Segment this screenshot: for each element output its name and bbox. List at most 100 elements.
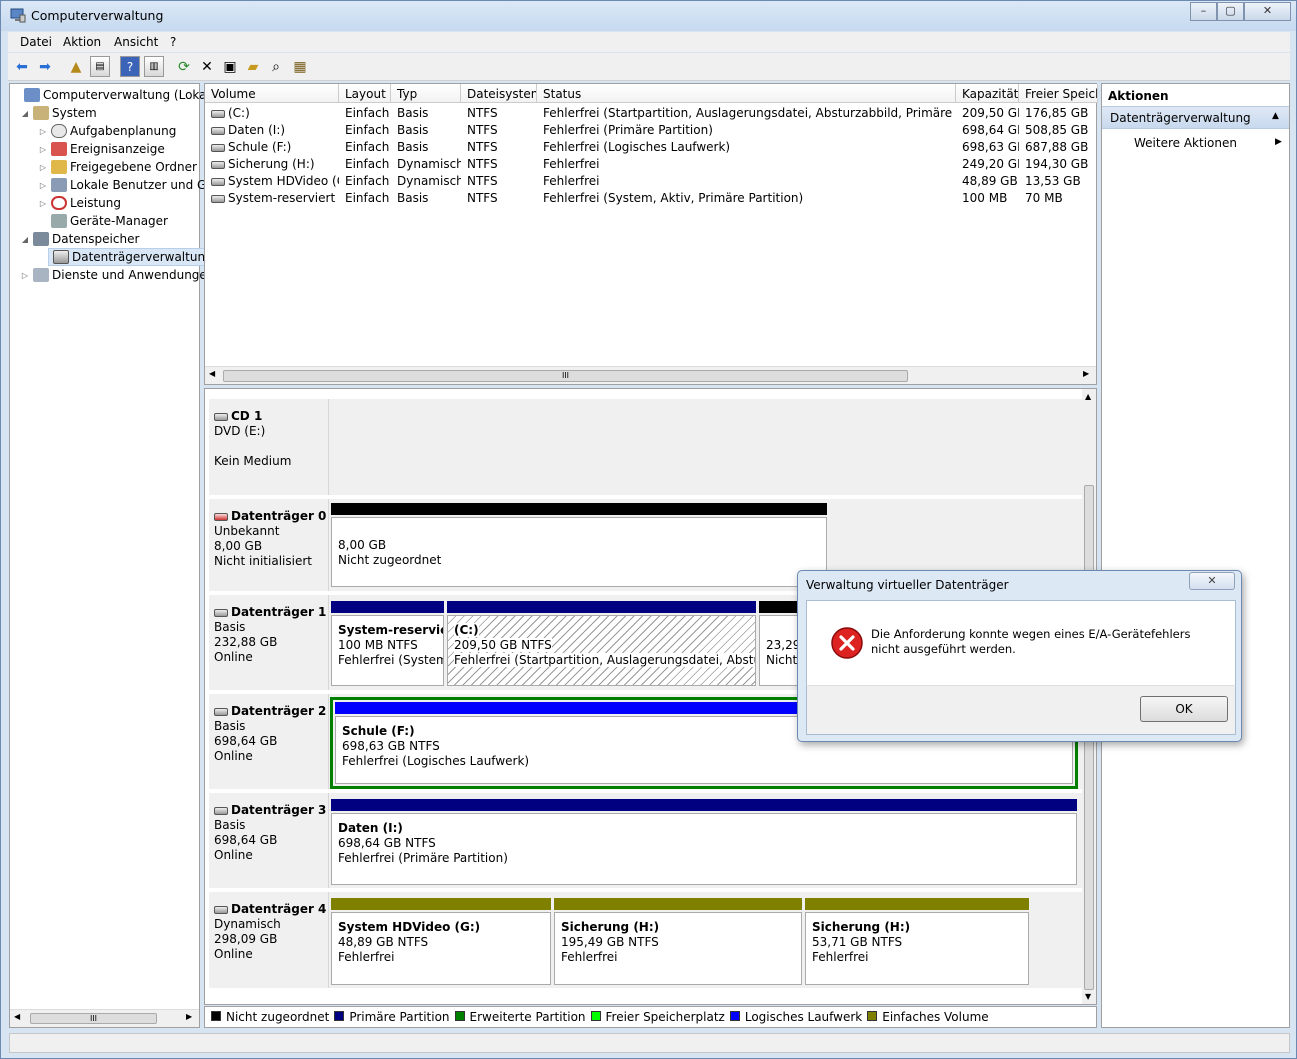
- volume-cell-text: 100 MB: [962, 191, 1008, 205]
- title-bar[interactable]: Computerverwaltung – ▢ ✕: [1, 1, 1296, 31]
- scroll-thumb[interactable]: III: [30, 1013, 157, 1024]
- submenu-arrow-icon[interactable]: ▶: [1275, 137, 1282, 147]
- col-volume[interactable]: Volume: [205, 84, 339, 103]
- stripe-simple: [805, 898, 1029, 910]
- legend-swatch: [867, 1011, 878, 1021]
- properties-icon[interactable]: ▣: [220, 56, 240, 77]
- menu-help[interactable]: ?: [170, 35, 176, 49]
- expand-icon[interactable]: ▷: [39, 163, 47, 172]
- volume-list: Volume Layout Typ Dateisystem Status Kap…: [204, 83, 1098, 385]
- expand-icon[interactable]: ▷: [39, 145, 47, 154]
- tree-item-performance[interactable]: ▷ Leistung: [10, 194, 121, 212]
- tree-item-services[interactable]: ▷ Dienste und Anwendungen: [10, 266, 214, 284]
- console-tree-icon[interactable]: ▤: [90, 56, 110, 77]
- partition-d3-daten[interactable]: Daten (I:) 698,64 GB NTFS Fehlerfrei (Pr…: [331, 813, 1077, 885]
- volume-row[interactable]: System HDVideo (G:) Einfach Dynamisch NTFS F…: [205, 172, 1098, 189]
- disk-label-4[interactable]: Datenträger 4 Dynamisch 298,09 GB Online: [209, 892, 329, 988]
- volume-row[interactable]: Schule (F:) Einfach Basis NTFS Fehlerfrei (L…: [205, 138, 1098, 155]
- close-button[interactable]: ✕: [1244, 2, 1291, 21]
- collapse-icon[interactable]: ◢: [21, 235, 29, 244]
- tree-item-system[interactable]: ◢ System: [10, 104, 97, 122]
- up-folder-icon[interactable]: ▲: [66, 56, 86, 77]
- disk-settings-icon[interactable]: ▦: [290, 56, 310, 77]
- disk-label-0[interactable]: Datenträger 0 Unbekannt 8,00 GB Nicht in…: [209, 499, 329, 591]
- volume-cell-text: Fehlerfrei (Startpartition, Auslagerungs…: [543, 106, 956, 120]
- actions-section[interactable]: Datenträgerverwaltung ▲: [1102, 106, 1289, 129]
- volume-cell: Fehlerfrei (Logisches Laufwerk): [537, 138, 956, 155]
- expand-icon[interactable]: ▷: [39, 181, 47, 190]
- tree-item-task-scheduler[interactable]: ▷ Aufgabenplanung: [10, 122, 176, 140]
- maximize-button[interactable]: ▢: [1217, 2, 1244, 21]
- expand-icon[interactable]: ▷: [21, 271, 29, 280]
- tools-icon: [33, 106, 49, 120]
- tree-item-local-users[interactable]: ▷ Lokale Benutzer und Gr: [10, 176, 211, 194]
- col-typ[interactable]: Typ: [391, 84, 461, 103]
- scroll-thumb[interactable]: III: [223, 370, 908, 382]
- disk-type: Basis: [214, 620, 246, 634]
- col-layout[interactable]: Layout: [339, 84, 391, 103]
- tree-item-device-manager[interactable]: Geräte-Manager: [10, 212, 168, 230]
- tree-item-shared-folders[interactable]: ▷ Freigegebene Ordner: [10, 158, 197, 176]
- volume-cell-text: 508,85 GB: [1025, 123, 1089, 137]
- disk-label-cd1[interactable]: CD 1 DVD (E:) Kein Medium: [209, 399, 329, 495]
- col-freier-speicher[interactable]: Freier Speiche: [1019, 84, 1098, 103]
- col-kapazitat[interactable]: Kapazität: [956, 84, 1019, 103]
- volume-horizontal-scrollbar[interactable]: ◀ III ▶: [205, 366, 1096, 384]
- tree-horizontal-scrollbar[interactable]: ◀ III ▶: [10, 1009, 199, 1027]
- partition-d4-sicherung-2[interactable]: Sicherung (H:) 53,71 GB NTFS Fehlerfrei: [805, 912, 1029, 985]
- disk-state: Nicht initialisiert: [214, 554, 312, 568]
- dialog-close-button[interactable]: ✕: [1189, 572, 1235, 590]
- hard-disk-icon: [214, 707, 228, 716]
- disk-label-3[interactable]: Datenträger 3 Basis 698,64 GB Online: [209, 793, 329, 888]
- collapse-icon[interactable]: ◢: [21, 109, 29, 118]
- tree-item-disk-management[interactable]: Datenträgerverwaltung: [48, 248, 216, 266]
- volume-row[interactable]: Daten (I:) Einfach Basis NTFS Fehlerfrei (Pr…: [205, 121, 1098, 138]
- minimize-button[interactable]: –: [1190, 2, 1217, 21]
- partition-size: 698,64 GB NTFS: [338, 836, 436, 850]
- legend-item: Erweiterte Partition: [454, 1010, 586, 1024]
- scroll-down-icon[interactable]: ▼: [1085, 992, 1091, 1001]
- tree-label: System: [52, 106, 97, 120]
- legend-swatch: [454, 1011, 465, 1021]
- scroll-left-icon[interactable]: ◀: [209, 369, 215, 378]
- refresh-icon[interactable]: ⟳: [174, 56, 194, 77]
- volume-cell: 687,88 GB: [1019, 138, 1098, 155]
- expand-icon[interactable]: ▷: [39, 199, 47, 208]
- ok-button[interactable]: OK: [1140, 696, 1228, 722]
- scroll-left-icon[interactable]: ◀: [14, 1012, 20, 1021]
- partition-d4-hdvideo[interactable]: System HDVideo (G:) 48,89 GB NTFS Fehler…: [331, 912, 551, 985]
- open-folder-icon[interactable]: ▰: [243, 56, 263, 77]
- tree-item-computer[interactable]: Computerverwaltung (Lokal): [10, 86, 215, 104]
- forward-icon[interactable]: ➡: [35, 56, 55, 77]
- scroll-up-icon[interactable]: ▲: [1085, 392, 1091, 401]
- partition-d4-sicherung-1[interactable]: Sicherung (H:) 195,49 GB NTFS Fehlerfrei: [554, 912, 802, 985]
- search-icon[interactable]: ⌕: [266, 56, 286, 77]
- menu-datei[interactable]: Datei: [20, 35, 52, 49]
- expand-icon[interactable]: ▷: [39, 127, 47, 136]
- help-icon[interactable]: ?: [120, 56, 140, 77]
- scroll-right-icon[interactable]: ▶: [1083, 369, 1089, 378]
- menu-ansicht[interactable]: Ansicht: [114, 35, 158, 49]
- more-actions-item[interactable]: Weitere Aktionen: [1134, 136, 1237, 150]
- volume-row[interactable]: (C:) Einfach Basis NTFS Fehlerfrei (Startpar…: [205, 104, 1098, 121]
- partition-d0-unallocated[interactable]: 8,00 GB Nicht zugeordnet: [331, 517, 827, 587]
- tree-item-event-viewer[interactable]: ▷ Ereignisanzeige: [10, 140, 165, 158]
- menu-aktion[interactable]: Aktion: [63, 35, 101, 49]
- delete-icon[interactable]: ✕: [197, 56, 217, 77]
- back-icon[interactable]: ⬅: [12, 56, 32, 77]
- volume-row[interactable]: Sicherung (H:) Einfach Dynamisch NTFS Fehler…: [205, 155, 1098, 172]
- disk-label-1[interactable]: Datenträger 1 Basis 232,88 GB Online: [209, 595, 329, 690]
- partition-d1-system-reserved[interactable]: System-reserviert 100 MB NTFS Fehlerfrei…: [331, 615, 444, 686]
- collapse-up-icon[interactable]: ▲: [1272, 111, 1279, 121]
- volume-cell: NTFS: [461, 155, 537, 172]
- col-status[interactable]: Status: [537, 84, 956, 103]
- volume-row[interactable]: System-reserviert Einfach Basis NTFS Fehlerf…: [205, 189, 1098, 206]
- tree-label: Datenspeicher: [52, 232, 140, 246]
- scroll-right-icon[interactable]: ▶: [186, 1012, 192, 1021]
- disk-label-2[interactable]: Datenträger 2 Basis 698,64 GB Online: [209, 694, 329, 789]
- partition-name: (C:): [454, 623, 479, 637]
- action-pane-icon[interactable]: ▥: [144, 56, 164, 77]
- tree-item-storage[interactable]: ◢ Datenspeicher: [10, 230, 139, 248]
- partition-d1-c[interactable]: (C:) 209,50 GB NTFS Fehlerfrei (Startpar…: [447, 615, 756, 686]
- col-dateisystem[interactable]: Dateisystem: [461, 84, 537, 103]
